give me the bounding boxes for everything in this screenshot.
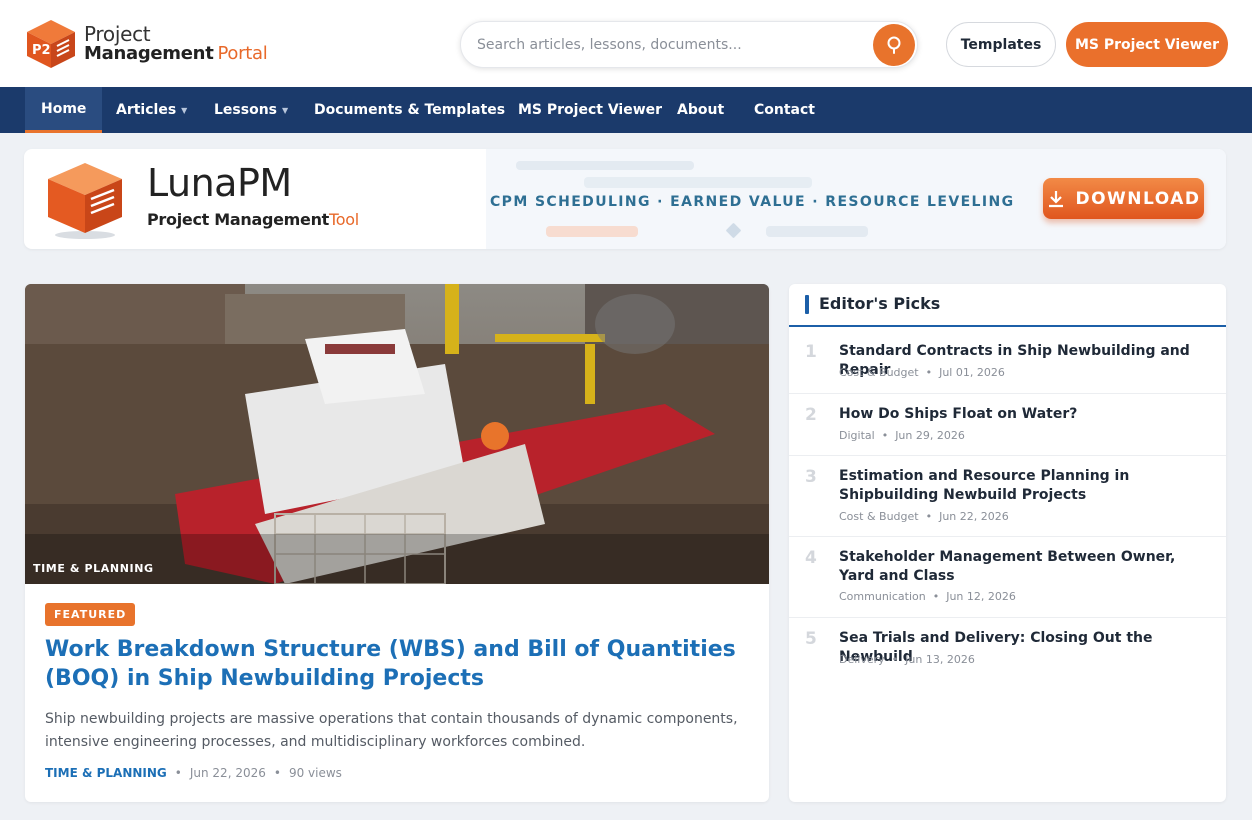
logo-line2a: Management: [84, 43, 214, 64]
image-category-tag: TIME & PLANNING: [33, 562, 154, 575]
site-header: P2 Project ManagementPortal Templates MS…: [0, 0, 1252, 87]
featured-article-card: TIME & PLANNING FEATURED Work Breakdown …: [25, 284, 769, 802]
main-nav: Home Articles ▼ Lessons ▼ Documents & Temp…: [0, 87, 1252, 133]
pick-category: Cost & Budget: [839, 366, 919, 379]
pick-date: Jun 29, 2026: [895, 429, 965, 442]
nav-home-label: Home: [41, 100, 87, 117]
pick-item[interactable]: 2 How Do Ships Float on Water? Digital • J…: [789, 394, 1226, 456]
featured-article-meta: TIME & PLANNING • Jun 22, 2026 • 90 view…: [45, 766, 342, 780]
pick-title[interactable]: How Do Ships Float on Water?: [839, 405, 1215, 424]
download-icon: [1049, 190, 1064, 207]
pick-date: Jul 01, 2026: [939, 366, 1005, 379]
pick-title[interactable]: Estimation and Resource Planning in Ship…: [839, 467, 1215, 505]
pick-date: Jun 13, 2026: [905, 653, 975, 666]
pick-item[interactable]: 4 Stakeholder Management Between Owner, …: [789, 537, 1226, 618]
pick-item[interactable]: 1 Standard Contracts in Ship Newbuilding…: [789, 329, 1226, 394]
banner-decoration: [546, 226, 638, 237]
pick-date: Jun 22, 2026: [939, 510, 1009, 523]
pick-meta: Digital • Jun 29, 2026: [839, 429, 965, 442]
editors-picks-header: Editor's Picks: [789, 284, 1226, 327]
svg-text:P2: P2: [32, 43, 51, 58]
search-bar: [460, 21, 918, 68]
search-button[interactable]: [873, 24, 915, 66]
pick-date: Jun 12, 2026: [946, 590, 1016, 603]
search-icon: [887, 36, 901, 54]
meta-separator: •: [925, 366, 933, 379]
lunapm-banner[interactable]: LunaPM Project ManagementTool CPM SCHEDU…: [24, 149, 1226, 249]
banner-title: LunaPM: [147, 161, 292, 205]
templates-button[interactable]: Templates: [946, 22, 1056, 67]
meta-separator: •: [174, 766, 182, 780]
heading-accent-bar: [805, 295, 809, 314]
pick-category: Cost & Budget: [839, 510, 919, 523]
pick-meta: Cost & Budget • Jul 01, 2026: [839, 366, 1005, 379]
banner-subtitle-a: Project Management: [147, 210, 330, 229]
banner-decoration: [516, 161, 694, 170]
ms-project-viewer-button[interactable]: MS Project Viewer: [1066, 22, 1228, 67]
banner-decoration: [584, 177, 812, 188]
pick-category: Delivery: [839, 653, 885, 666]
meta-separator: •: [925, 510, 933, 523]
featured-badge: FEATURED: [45, 603, 136, 626]
pick-category: Communication: [839, 590, 926, 603]
logo-line2b: Portal: [217, 43, 268, 64]
banner-subtitle: Project ManagementTool: [147, 210, 359, 229]
featured-date: Jun 22, 2026: [189, 766, 266, 780]
chevron-down-icon: ▼: [282, 105, 289, 115]
pick-item[interactable]: 3 Estimation and Resource Planning in Sh…: [789, 456, 1226, 537]
nav-lessons[interactable]: Lessons ▼: [214, 87, 288, 133]
pick-category: Digital: [839, 429, 875, 442]
nav-about[interactable]: About: [677, 87, 724, 133]
lunapm-cube-icon: [48, 163, 122, 239]
banner-decoration: [766, 226, 868, 237]
nav-articles-label: Articles: [116, 102, 177, 118]
nav-documents-templates[interactable]: Documents & Templates: [314, 87, 505, 133]
editors-picks-panel: Editor's Picks 1 Standard Contracts in S…: [789, 284, 1226, 802]
pick-meta: Delivery • Jun 13, 2026: [839, 653, 975, 666]
site-logo[interactable]: P2 Project Management Portal: [25, 18, 268, 70]
chevron-down-icon: ▼: [181, 105, 188, 115]
pick-number: 2: [805, 405, 817, 425]
banner-subtitle-b: Tool: [329, 210, 359, 229]
pick-meta: Cost & Budget • Jun 22, 2026: [839, 510, 1009, 523]
nav-home[interactable]: Home: [25, 87, 103, 133]
pick-number: 1: [805, 342, 817, 362]
editors-picks-heading: Editor's Picks: [819, 294, 941, 313]
meta-separator: •: [891, 653, 899, 666]
featured-views: 90 views: [288, 766, 342, 780]
search-input[interactable]: [477, 34, 857, 56]
featured-article-excerpt: Ship newbuilding projects are massive op…: [45, 711, 738, 750]
pick-item[interactable]: 5 Sea Trials and Delivery: Closing Out t…: [789, 618, 1226, 680]
nav-articles[interactable]: Articles ▼: [116, 87, 187, 133]
featured-article-title[interactable]: Work Breakdown Structure (WBS) and Bill …: [45, 635, 755, 693]
pick-title[interactable]: Stakeholder Management Between Owner, Ya…: [839, 548, 1215, 586]
nav-contact[interactable]: Contact: [754, 87, 815, 133]
meta-separator: •: [932, 590, 940, 603]
featured-category-link[interactable]: TIME & PLANNING: [45, 766, 167, 780]
banner-tagline: CPM SCHEDULING · EARNED VALUE · RESOURCE…: [490, 194, 1015, 210]
featured-article-image[interactable]: [25, 284, 769, 584]
pick-number: 4: [805, 548, 817, 568]
pick-meta: Communication • Jun 12, 2026: [839, 590, 1016, 603]
download-button[interactable]: DOWNLOAD: [1043, 178, 1204, 219]
nav-ms-project-viewer[interactable]: MS Project Viewer: [518, 87, 662, 133]
pick-number: 3: [805, 467, 817, 487]
download-label: DOWNLOAD: [1075, 188, 1201, 209]
logo-cube-icon: P2: [27, 20, 75, 68]
pick-number: 5: [805, 629, 817, 649]
meta-separator: •: [881, 429, 889, 442]
meta-separator: •: [273, 766, 281, 780]
nav-lessons-label: Lessons: [214, 102, 277, 118]
logo-line1: Project: [84, 22, 151, 46]
